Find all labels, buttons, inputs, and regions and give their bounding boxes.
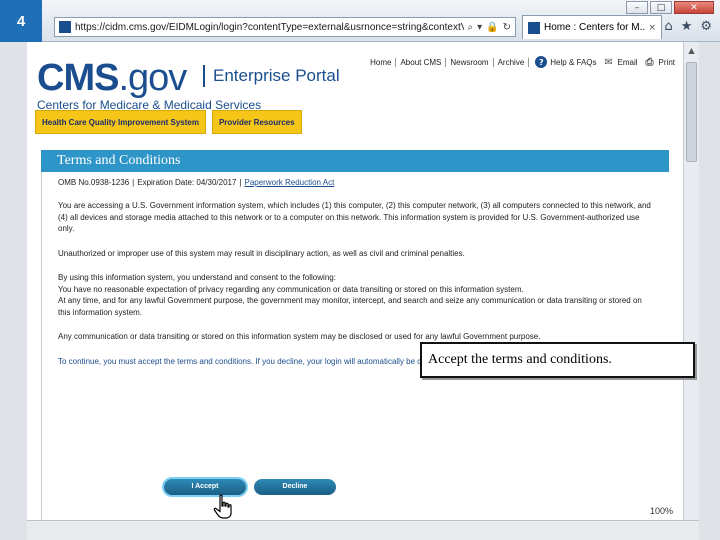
scrollbar-thumb[interactable] (686, 62, 697, 162)
help-label: Help & FAQs (550, 57, 597, 67)
link-about-cms[interactable]: About CMS (396, 57, 447, 67)
consent-monitoring: At any time, and for any lawful Governme… (58, 296, 642, 317)
consent-intro: By using this information system, you un… (58, 273, 336, 282)
help-icon: ? (535, 56, 548, 68)
link-archive[interactable]: Archive (494, 57, 530, 67)
home-icon[interactable]: ⌂ (664, 19, 672, 34)
accept-button[interactable]: I Accept (164, 479, 246, 495)
search-icon[interactable]: ⌕ (468, 22, 474, 33)
consent-privacy: You have no reasonable expectation of pr… (58, 284, 524, 294)
help-link[interactable]: ? Help & FAQs (535, 56, 597, 68)
scroll-up-icon[interactable]: ▲ (684, 42, 699, 58)
terms-panel: Terms and Conditions OMB No.0938-1236 | Ex… (41, 150, 669, 520)
refresh-icon[interactable]: ↻ (503, 22, 511, 33)
logo-cms: CMS (37, 57, 119, 99)
window-controls: – □ ✕ (626, 1, 714, 14)
print-label: Print (658, 57, 675, 67)
browser-tab[interactable]: Home : Centers for M... × (522, 15, 662, 39)
terms-paragraph-4: Any communication or data transiting or … (58, 332, 541, 341)
decline-button[interactable]: Decline (254, 479, 336, 495)
link-home[interactable]: Home (366, 57, 397, 67)
email-label: Email (617, 57, 638, 67)
tab-title: Home : Centers for M... (544, 22, 646, 33)
terms-title: Terms and Conditions (41, 150, 669, 172)
email-icon: ✉ (604, 56, 613, 68)
address-url[interactable]: https://cidm.cms.gov/EIDMLogin/login?con… (75, 22, 464, 33)
status-bar (27, 520, 699, 540)
browser-chrome: – □ ✕ https://cidm.cms.gov/EIDMLogin/log… (42, 0, 720, 42)
slide-number: 4 (0, 0, 42, 42)
tab-favicon-icon (528, 21, 540, 34)
print-link[interactable]: ⎙ Print (644, 56, 675, 68)
maximize-button[interactable]: □ (650, 1, 672, 14)
hand-cursor-icon (213, 494, 232, 519)
address-bar[interactable]: https://cidm.cms.gov/EIDMLogin/login?con… (54, 17, 516, 37)
page-viewport: CMS.gov Enterprise Portal Centers for Me… (27, 42, 683, 520)
top-links: Home About CMS Newsroom Archive ? Help & … (366, 56, 675, 68)
terms-paragraph-2: Unauthorized or improper use of this sys… (58, 248, 465, 258)
expiration-date: Expiration Date: 04/30/2017 (137, 178, 237, 187)
site-favicon-icon (59, 21, 71, 33)
print-icon: ⎙ (645, 56, 654, 68)
provider-resources-button[interactable]: Provider Resources (211, 110, 302, 134)
email-link[interactable]: ✉ Email (603, 56, 638, 68)
omb-line: OMB No.0938-1236 | Expiration Date: 04/30/… (58, 178, 335, 187)
settings-icon[interactable]: ⚙ (700, 19, 712, 34)
cms-logo[interactable]: CMS.gov Enterprise Portal Centers for Me… (37, 57, 340, 112)
terms-buttons: I Accept Decline (164, 479, 336, 495)
terms-paragraph-1: You are accessing a U.S. Government info… (58, 201, 651, 233)
link-newsroom[interactable]: Newsroom (446, 57, 494, 67)
lock-icon[interactable]: 🔒 (486, 22, 498, 33)
instruction-callout: Accept the terms and conditions. (420, 342, 695, 378)
close-window-button[interactable]: ✕ (674, 1, 714, 14)
tab-close-icon[interactable]: × (648, 23, 656, 33)
portal-title: Enterprise Portal (203, 65, 340, 87)
nav-buttons: Health Care Quality Improvement System P… (35, 110, 302, 134)
pra-link[interactable]: Paperwork Reduction Act (245, 178, 335, 187)
minimize-button[interactable]: – (626, 1, 648, 14)
favorites-icon[interactable]: ★ (681, 19, 693, 34)
dropdown-icon[interactable]: ▾ (477, 22, 482, 33)
omb-number: OMB No.0938-1236 (58, 178, 130, 187)
browser-tools: ⌂ ★ ⚙ (664, 19, 712, 34)
terms-paragraph-3: By using this information system, you un… (58, 272, 653, 318)
zoom-level[interactable]: 100% (650, 506, 673, 516)
logo-gov: .gov (118, 57, 187, 99)
hcqis-button[interactable]: Health Care Quality Improvement System (35, 110, 206, 134)
vertical-scrollbar[interactable]: ▲ (683, 42, 699, 520)
